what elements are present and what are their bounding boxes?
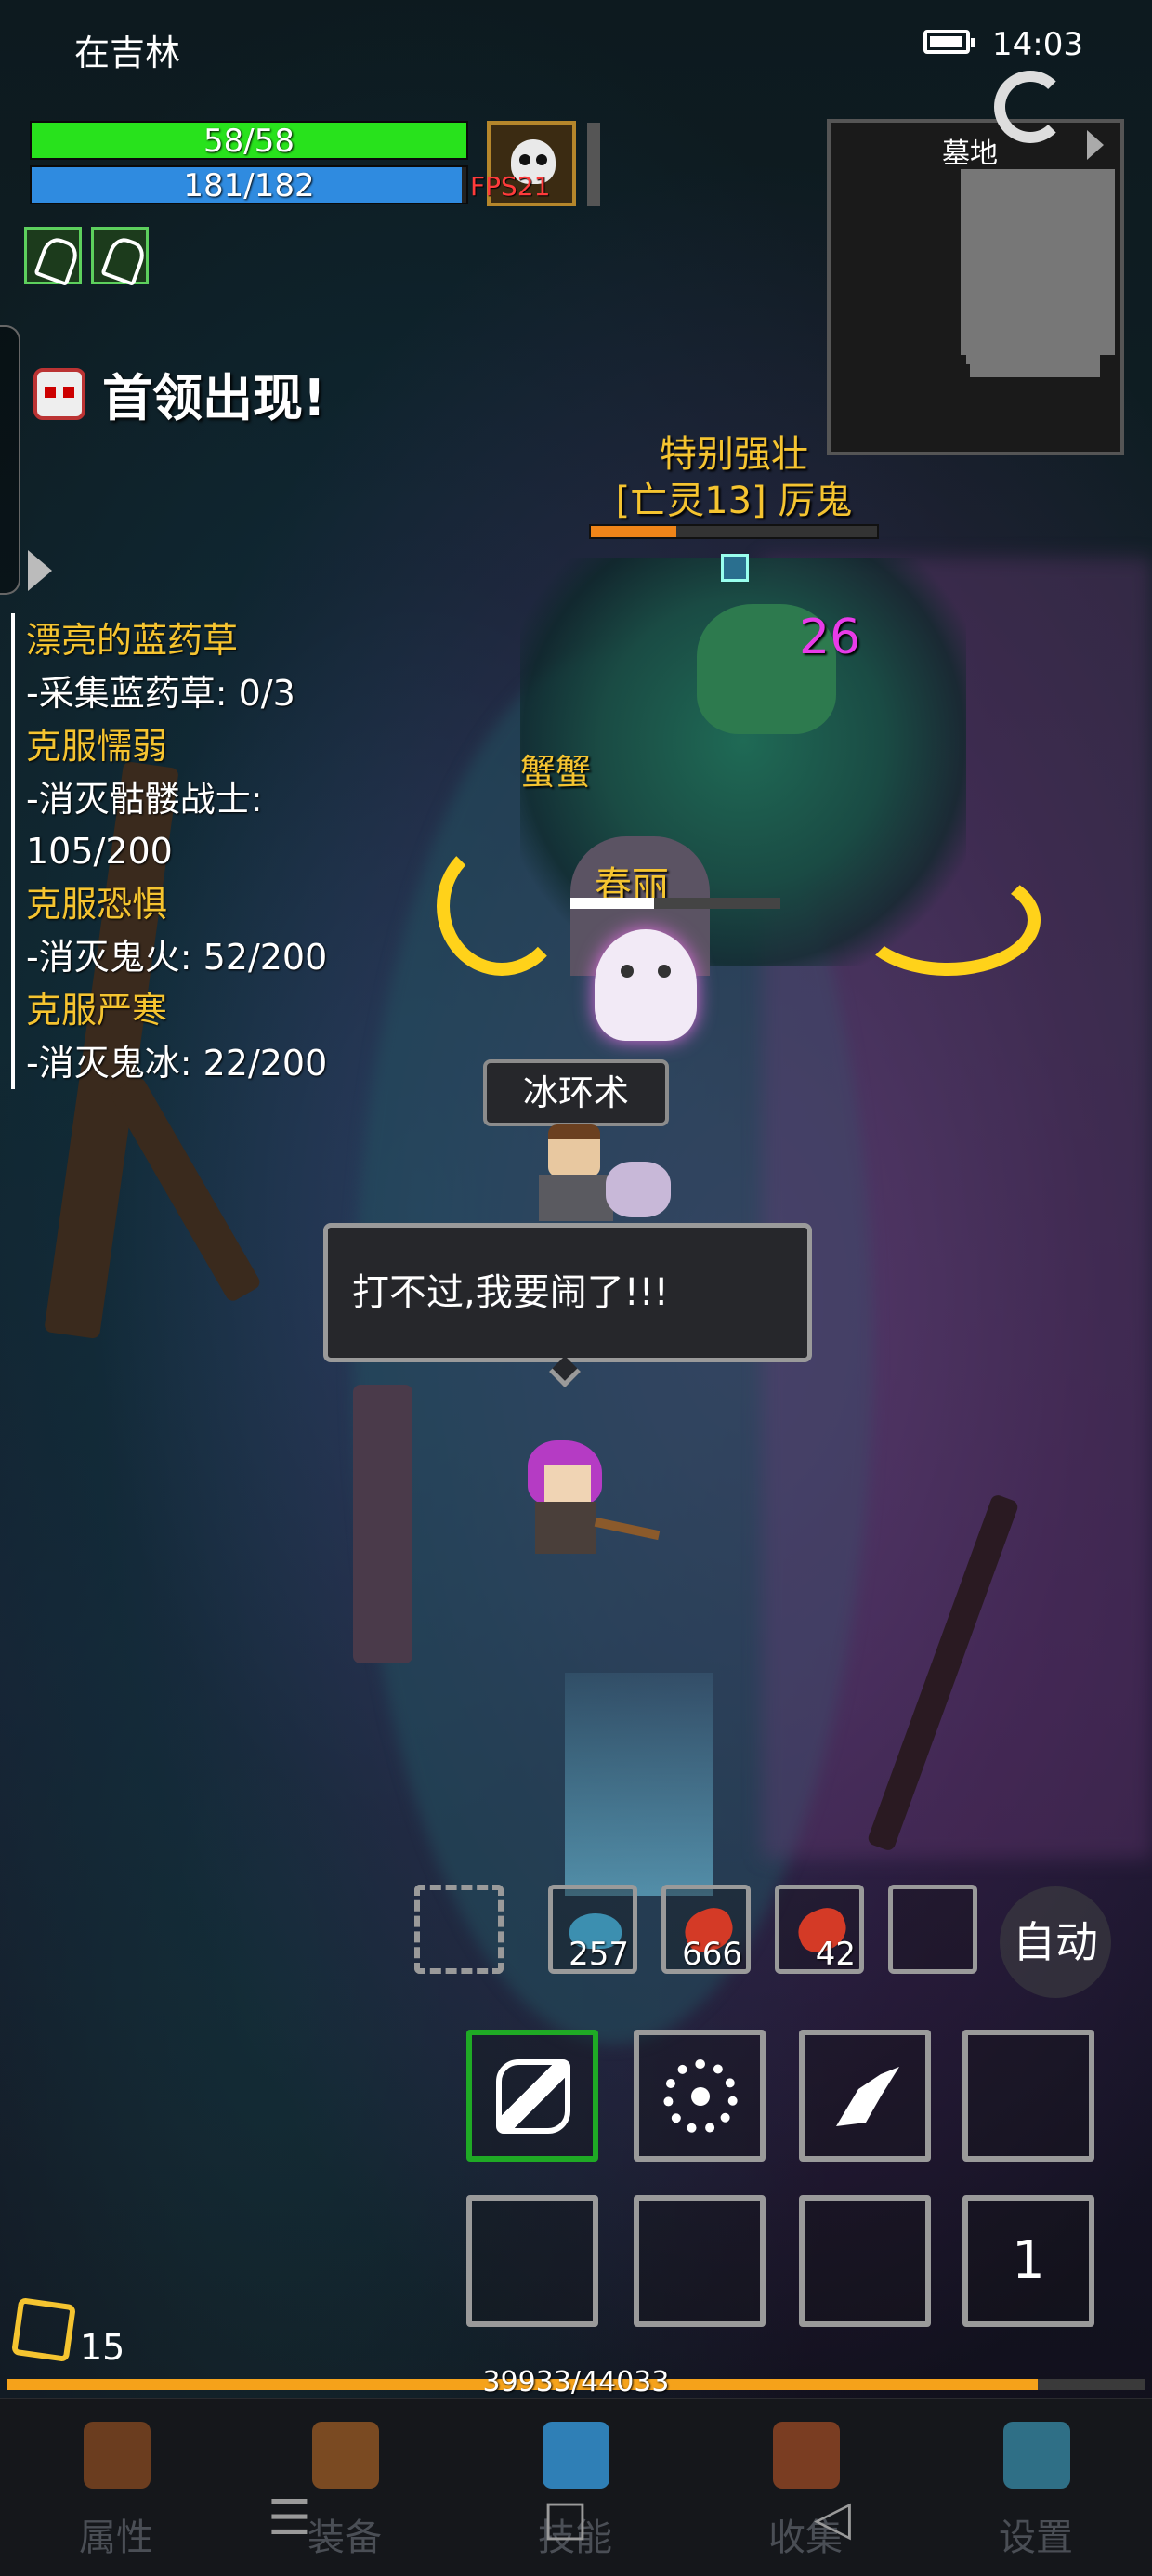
skill-slot-4[interactable]	[962, 2030, 1094, 2162]
nav-label: 收集	[768, 2517, 843, 2559]
boss-alert-text: 首领出现!	[102, 368, 326, 427]
item-count: 666	[682, 1936, 742, 1973]
quest-list[interactable]: 漂亮的蓝药草 -采集蓝药草: 0/3 克服懦弱 -消灭骷髅战士: 105/200…	[11, 613, 327, 1089]
nav-label: 属性	[79, 2517, 153, 2559]
side-panel-tab[interactable]	[0, 325, 20, 595]
skill-slot-7[interactable]	[799, 2195, 931, 2327]
quest-title[interactable]: 漂亮的蓝药草	[26, 613, 327, 667]
minimap-room	[970, 346, 1100, 377]
portrait-handle	[587, 123, 600, 206]
level-number: 15	[80, 2327, 125, 2368]
fps-counter: FPS21	[470, 171, 551, 202]
quest-objective: -消灭鬼冰: 22/200	[26, 1043, 328, 1084]
system-home-button[interactable]: □	[543, 2491, 588, 2546]
boss-mask-icon	[26, 361, 91, 426]
skill-slot-5[interactable]	[466, 2195, 598, 2327]
hp-text: 58/58	[203, 123, 295, 160]
slash-effect	[855, 864, 1041, 976]
skill-cast-label: 冰环术	[483, 1059, 669, 1126]
boss-name: [亡灵13] 厉鬼	[615, 480, 853, 522]
xp-text: 39933/44033	[482, 2366, 670, 2399]
bottom-nav: 属性 装备 技能 收集 设置	[0, 2398, 1152, 2576]
tree-trunk	[353, 1385, 412, 1663]
helmet-icon	[84, 2422, 151, 2489]
speech-bubble: 打不过,我要闹了!!!	[323, 1223, 812, 1362]
item-count: 257	[569, 1936, 629, 1973]
skill-slot-2[interactable]	[634, 2030, 766, 2162]
chest-icon	[773, 2422, 840, 2489]
skill-page-number: 1	[1012, 2230, 1045, 2291]
expand-arrow-icon[interactable]	[28, 550, 52, 591]
boss-hp-fill	[591, 526, 677, 537]
nav-settings[interactable]: 设置	[966, 2418, 1106, 2567]
skill-slot-6[interactable]	[634, 2195, 766, 2327]
gear-icon	[1003, 2422, 1070, 2489]
player-hero-sprite[interactable]	[520, 1440, 661, 1561]
tree-trunk	[109, 1075, 263, 1304]
buff-slash-icon[interactable]	[91, 227, 149, 284]
ally-hp-bar	[570, 898, 780, 909]
ice-effect	[565, 1673, 713, 1896]
item-count: 42	[815, 1936, 856, 1973]
ghost-ally-sprite[interactable]	[595, 929, 697, 1041]
skill-slot-3[interactable]	[799, 2030, 931, 2162]
ally-hp-fill	[570, 898, 655, 909]
quick-slot-potion[interactable]: 257	[548, 1885, 637, 1974]
battery-icon	[923, 30, 975, 54]
burst-skill-icon	[663, 2059, 738, 2134]
system-menu-button[interactable]: ☰	[268, 2491, 311, 2546]
clock: 14:03	[992, 26, 1083, 63]
mp-bar: 181/182	[30, 165, 468, 204]
status-bar: 在吉林 14:03	[0, 0, 1152, 93]
dash-skill-icon	[836, 2067, 899, 2126]
quick-slot-empty[interactable]	[414, 1885, 504, 1974]
minimap-label: 墓地	[942, 138, 998, 170]
hp-bar: 58/58	[30, 121, 468, 160]
damage-number: 26	[799, 610, 861, 665]
gem-icon	[543, 2422, 609, 2489]
rotate-icon[interactable]	[994, 71, 1067, 143]
pet-sprite[interactable]	[606, 1162, 671, 1217]
quest-title[interactable]: 克服恐惧	[26, 877, 327, 931]
buff-shield-icon[interactable]	[24, 227, 82, 284]
slash-skill-icon	[496, 2059, 570, 2134]
boss-alert: 首领出现!	[26, 361, 326, 427]
quest-title[interactable]: 克服懦弱	[26, 719, 327, 773]
quest-title[interactable]: 克服严寒	[26, 983, 327, 1037]
quest-objective: -消灭鬼火: 52/200	[26, 937, 328, 978]
ally-name: 蟹蟹	[520, 752, 592, 793]
nav-attributes[interactable]: 属性	[46, 2418, 186, 2567]
skill-slot-1[interactable]	[466, 2030, 598, 2162]
quick-slot-meat[interactable]: 666	[661, 1885, 751, 1974]
skill-page-button[interactable]: 1	[962, 2195, 1094, 2327]
slash-effect	[437, 836, 567, 976]
mp-text: 181/182	[183, 167, 315, 204]
location-text: 在吉林	[74, 33, 181, 73]
quest-objective: 105/200	[26, 831, 173, 872]
quick-slot-meat[interactable]: 42	[775, 1885, 864, 1974]
boss-hp-bar	[589, 524, 879, 539]
quest-objective: -消灭骷髅战士:	[26, 779, 263, 820]
auto-button[interactable]: 自动	[1000, 1886, 1111, 1998]
minimap-expand-icon[interactable]	[1087, 130, 1104, 160]
speech-text: 打不过,我要闹了!!!	[352, 1271, 669, 1314]
quest-objective: -采集蓝药草: 0/3	[26, 673, 295, 714]
boss-status-icon	[721, 554, 749, 582]
nav-label: 设置	[999, 2517, 1073, 2559]
bag-icon	[312, 2422, 379, 2489]
level-icon	[10, 2296, 77, 2363]
system-back-button[interactable]: ◁	[814, 2491, 851, 2546]
quick-slot-empty[interactable]	[888, 1885, 977, 1974]
nav-collection[interactable]: 收集	[736, 2418, 875, 2567]
